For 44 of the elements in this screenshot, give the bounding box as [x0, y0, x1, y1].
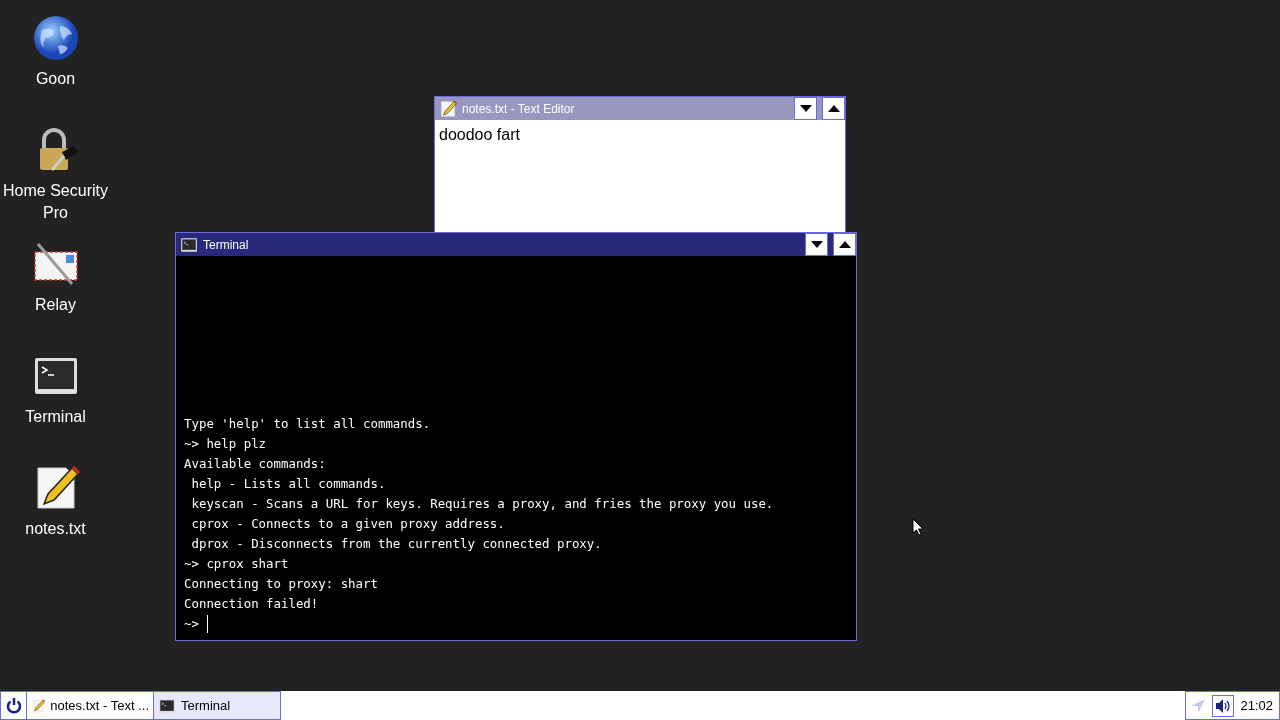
power-icon	[4, 696, 23, 715]
terminal-line: Type 'help' to list all commands.	[184, 415, 432, 433]
desktop-icon-label[interactable]: Relay	[35, 294, 76, 316]
globe-icon	[31, 14, 80, 62]
speaker-icon	[1215, 697, 1232, 714]
maximize-button[interactable]	[833, 233, 856, 256]
window-title: notes.txt - Text Editor	[462, 101, 575, 116]
terminal-line: dprox - Disconnects from the currently connected proxy.	[190, 535, 603, 553]
terminal-line: help - Lists all commands.	[190, 475, 387, 493]
minimize-button[interactable]	[794, 97, 817, 120]
down-triangle-icon	[799, 105, 812, 112]
taskbar-item[interactable]: notes.txt - Text ...	[27, 691, 154, 720]
terminal-line: keyscan - Scans a URL for keys. Requires a proxy, and fries the proxy you use.	[190, 495, 775, 513]
terminal-icon	[158, 696, 176, 715]
volume-button[interactable]	[1212, 694, 1235, 717]
terminal-prompt: ~>	[184, 615, 199, 633]
desktop-icon-label[interactable]: notes.txt	[25, 518, 86, 540]
window-title: Terminal	[203, 237, 249, 252]
notepad-pencil-icon	[31, 696, 46, 715]
up-triangle-icon	[827, 105, 840, 112]
desktop-icon-label[interactable]: Goon	[35, 68, 76, 90]
desktop-icon-label[interactable]: Terminal	[25, 406, 86, 428]
minimize-button[interactable]	[805, 233, 828, 256]
notepad-pencil-icon	[439, 99, 457, 118]
text-cursor	[206, 615, 208, 633]
up-triangle-icon	[838, 241, 851, 248]
desktop-icon-label[interactable]: Home Security Pro	[0, 180, 111, 224]
terminal-line: ~> help plz	[184, 435, 268, 453]
mouse-pointer-icon	[912, 518, 924, 536]
editor-text: doodoo fart	[439, 126, 520, 143]
terminal-line: ~> cprox shart	[184, 555, 290, 573]
clock: 21:02	[1240, 698, 1273, 713]
terminal-line: Connection failed!	[184, 595, 320, 613]
taskbar-item[interactable]: Terminal	[154, 691, 281, 720]
terminal-line: Connecting to proxy: shart	[184, 575, 379, 593]
window-titlebar[interactable]: Terminal	[176, 233, 856, 256]
envelope-pen-icon	[31, 240, 80, 288]
terminal-line: Available commands:	[184, 455, 327, 473]
text-area[interactable]: doodoo fart	[435, 120, 845, 235]
terminal-icon	[180, 235, 198, 254]
down-triangle-icon	[810, 241, 823, 248]
terminal-line: cprox - Connects to a given proxy address.	[190, 515, 506, 533]
power-button[interactable]	[0, 691, 27, 720]
maximize-button[interactable]	[822, 97, 845, 120]
